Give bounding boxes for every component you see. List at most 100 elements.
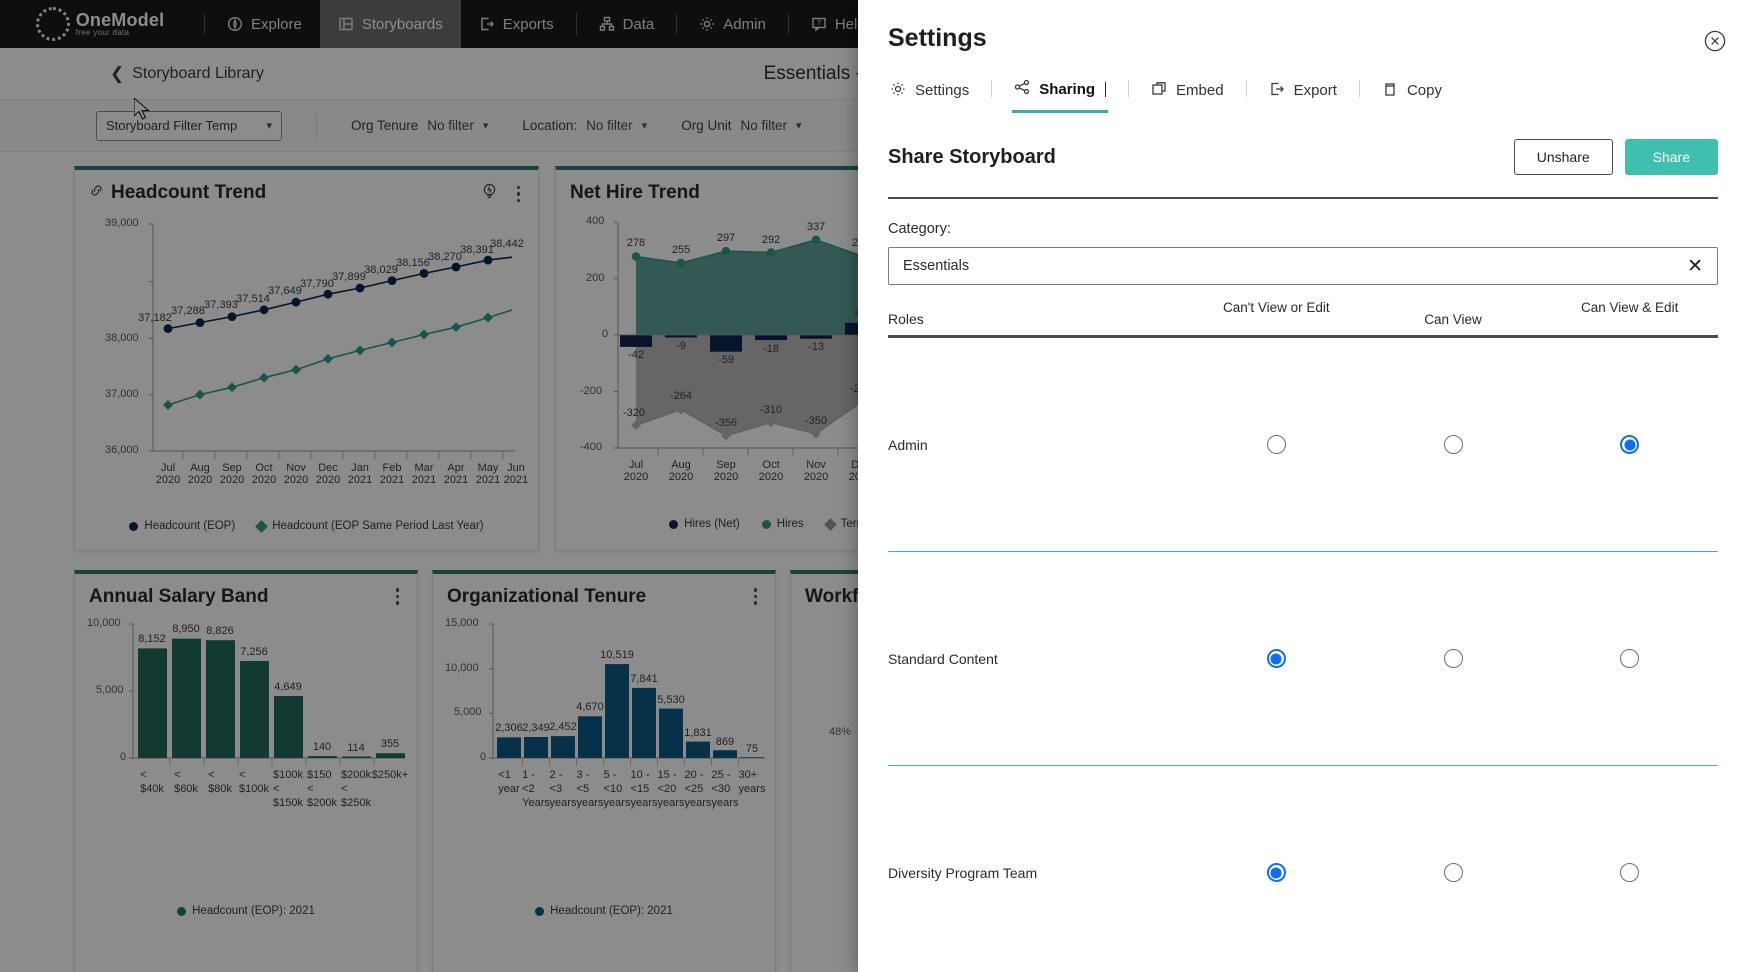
close-icon[interactable] [1704, 30, 1726, 57]
filter-label-location: Location: [522, 118, 578, 133]
chevron-down-icon: ▾ [795, 120, 802, 132]
legend-marker-icon [535, 906, 545, 916]
x-tick-label: $250k+ [371, 769, 409, 781]
data-label: -59 [718, 354, 734, 366]
legend-item[interactable]: Headcount (EOP): 2021 [535, 905, 673, 917]
radio-diversity-program-team-can-view[interactable] [1443, 863, 1463, 883]
radio-standard-content-can-view-and-edit[interactable] [1620, 649, 1640, 669]
role-label-admin: Admin [888, 436, 928, 453]
card-headcount-trend[interactable]: Headcount Trend 39,000 38,000 37,000 36,… [74, 166, 539, 551]
card-menu-button[interactable] [513, 184, 525, 205]
x-tick-label: 3 - <5 years [576, 769, 604, 809]
x-tick-label: 15 - <20 years [657, 769, 685, 809]
tab-settings[interactable]: Settings [888, 77, 971, 112]
data-label: 38,442 [490, 238, 524, 250]
nav-item-admin[interactable]: Admin [681, 0, 784, 48]
nav-label-data: Data [622, 15, 655, 33]
nav-label-storyboards: Storyboards [361, 15, 443, 33]
unshare-button[interactable]: Unshare [1513, 139, 1613, 175]
card-annual-salary-band[interactable]: Annual Salary Band 10,000 5,000 0 8,152 … [74, 570, 418, 972]
tab-embed[interactable]: Embed [1149, 77, 1226, 112]
tab-export[interactable]: Export [1267, 77, 1339, 112]
tab-copy[interactable]: Copy [1380, 77, 1444, 112]
card-menu-button[interactable] [750, 586, 762, 607]
x-tick-label: Jun 2021 [503, 462, 529, 486]
radio-diversity-program-team-can-view-and-edit[interactable] [1620, 863, 1640, 883]
tab-sharing[interactable]: Sharing [1012, 75, 1109, 113]
tab-divider [991, 80, 993, 97]
clear-category-icon[interactable]: ✕ [1687, 257, 1703, 276]
data-label: 1,831 [684, 727, 712, 739]
card-title-headcount-trend: Headcount Trend [89, 182, 266, 204]
data-label: 37,899 [332, 271, 366, 283]
onemodel-logo[interactable]: OneModel free your data [0, 7, 200, 41]
tab-divider [1358, 80, 1360, 97]
x-tick-label: Aug 2020 [187, 462, 213, 486]
card-title-text: Annual Salary Band [89, 586, 269, 607]
share-button[interactable]: Share [1624, 139, 1718, 175]
export-icon [479, 16, 495, 32]
y-tick-label: 10,000 [445, 662, 479, 674]
permissions-header: Roles Can't View or Edit Can View Can Vi… [888, 299, 1718, 329]
storyboard-filter-template-select[interactable]: Storyboard Filter Temp ▾ [96, 110, 282, 141]
data-label: 4,670 [576, 701, 604, 713]
col-header-can-view: Can View [1424, 312, 1482, 327]
data-label: 255 [671, 244, 691, 256]
card-title-net-hire-trend: Net Hire Trend [570, 182, 700, 204]
data-label: -320 [622, 407, 646, 419]
data-label: -18 [763, 343, 779, 355]
filter-org-unit[interactable]: Org Unit No filter ▾ [681, 118, 801, 133]
gear-icon [699, 16, 715, 32]
x-tick-label: < $40k [140, 769, 164, 795]
filter-org-tenure[interactable]: Org Tenure No filter ▾ [351, 118, 488, 133]
radio-admin-can-view[interactable] [1443, 435, 1463, 455]
nav-item-storyboards[interactable]: Storyboards [319, 0, 461, 48]
y-tick-label: 37,000 [105, 388, 139, 400]
card-title-annual-salary-band: Annual Salary Band [89, 586, 269, 608]
y-tick-label: 200 [586, 272, 605, 284]
x-tick-label: 25 - <30 years [711, 769, 739, 809]
legend-annual-salary-band: Headcount (EOP): 2021 [75, 905, 417, 917]
radio-admin-cant-view-or-edit[interactable] [1266, 435, 1286, 455]
nav-item-explore[interactable]: Explore [209, 0, 320, 48]
legend-headcount-trend: Headcount (EOP) Headcount (EOP Same Peri… [75, 519, 538, 533]
legend-item[interactable]: Hires [761, 518, 804, 530]
share-actions: Unshare Share [1513, 139, 1718, 175]
data-label: 38,391 [460, 244, 494, 256]
svg-text:?: ? [817, 20, 821, 27]
legend-item[interactable]: Headcount (EOP Same Period Last Year) [255, 519, 484, 533]
x-tick-label: Sep 2020 [713, 459, 739, 483]
card-organizational-tenure[interactable]: Organizational Tenure 15,000 10,000 5,00… [432, 570, 776, 972]
data-label: 337 [806, 221, 826, 233]
legend-item[interactable]: Headcount (EOP) [129, 520, 235, 532]
nav-item-exports[interactable]: Exports [461, 0, 572, 48]
legend-item[interactable]: Headcount (EOP): 2021 [177, 905, 315, 917]
category-input[interactable] [903, 258, 1639, 274]
insights-bulb-icon[interactable] [480, 182, 499, 206]
chart-headcount-trend: 39,000 38,000 37,000 36,000 37,182 37,28… [75, 206, 538, 506]
x-tick-label: Apr 2021 [443, 462, 469, 486]
legend-label: Headcount (EOP): 2021 [192, 905, 315, 917]
filter-location[interactable]: Location: No filter ▾ [522, 118, 647, 133]
radio-admin-can-view-and-edit[interactable] [1620, 435, 1640, 455]
data-label: 2,452 [549, 721, 577, 733]
x-tick-label: May 2021 [475, 462, 501, 486]
section-divider [888, 197, 1718, 199]
legend-item[interactable]: Hires (Net) [669, 518, 740, 530]
drawer-tabs: Settings Sharing Embed Export Copy [858, 53, 1748, 113]
card-menu-button[interactable] [392, 586, 404, 607]
data-label: 38,270 [428, 251, 462, 263]
radio-standard-content-can-view[interactable] [1443, 649, 1463, 669]
radio-diversity-program-team-cant-view-or-edit[interactable] [1266, 863, 1286, 883]
data-label: 5,530 [657, 694, 685, 706]
tab-divider [1128, 80, 1130, 97]
x-tick-label: < $100k [239, 769, 269, 795]
x-tick-label: < $80k [208, 769, 232, 795]
data-label: -310 [759, 404, 783, 416]
data-label: -356 [714, 417, 738, 429]
nav-item-data[interactable]: Data [581, 0, 673, 48]
filter-label-org-tenure: Org Tenure [351, 118, 419, 133]
data-label: 37,790 [300, 278, 334, 290]
nav-divider [204, 13, 205, 35]
radio-standard-content-cant-view-or-edit[interactable] [1266, 649, 1286, 669]
